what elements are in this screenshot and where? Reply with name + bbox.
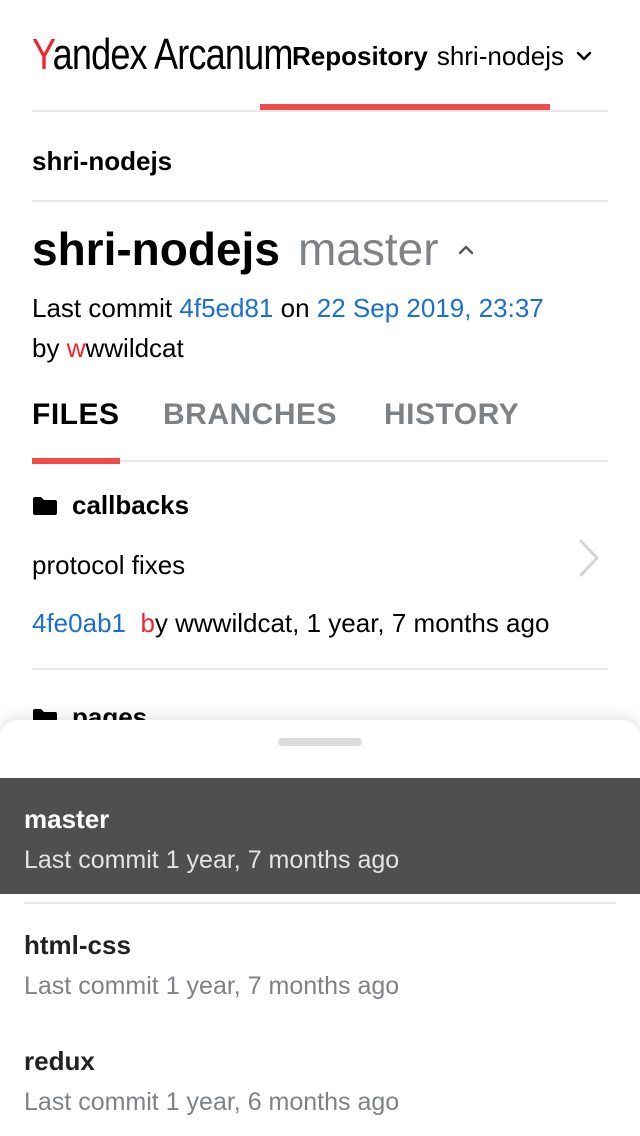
repository-name: shri-nodejs — [436, 40, 564, 71]
tab-branches[interactable]: BRANCHES — [163, 398, 337, 462]
repository-label: Repository — [292, 40, 428, 71]
file-name-row: callbacks — [32, 490, 189, 521]
chevron-up-icon[interactable] — [457, 243, 475, 257]
author-rest: wwildcat — [85, 333, 184, 363]
commit-author[interactable]: wwwildcat — [67, 333, 184, 363]
repository-selector-underline — [260, 104, 550, 110]
branch-item-redux[interactable]: redux Last commit 1 year, 6 months ago — [0, 1020, 640, 1136]
file-name: callbacks — [72, 490, 190, 520]
chevron-down-icon — [576, 51, 592, 61]
repository-selector[interactable]: Repository shri-nodejs — [292, 38, 592, 74]
file-commit-by-first: b — [140, 608, 155, 638]
folder-icon — [33, 496, 57, 515]
branch-last-commit: Last commit 1 year, 6 months ago — [24, 1088, 400, 1116]
page: Yandex Arcanum Repository shri-nodejs sh… — [0, 0, 640, 1136]
branch-last-commit: Last commit 1 year, 7 months ago — [24, 972, 400, 1000]
list-item[interactable]: callbacks protocol fixes 4fe0ab1 by wwwi… — [32, 462, 608, 670]
tabs: FILES BRANCHES HISTORY — [32, 392, 608, 464]
last-commit-info: Last commit 4f5ed81 on 22 Sep 2019, 23:3… — [32, 288, 608, 368]
branch-name: html-css — [24, 930, 131, 960]
logo[interactable]: Yandex Arcanum — [32, 30, 293, 80]
tab-history[interactable]: HISTORY — [384, 398, 519, 462]
chevron-right-icon — [579, 539, 599, 577]
file-commit-meta: 4fe0ab1 by wwwildcat, 1 year, 7 months a… — [32, 608, 549, 639]
branch-item-master[interactable]: master Last commit 1 year, 7 months ago — [0, 778, 640, 894]
branch-picker-sheet: master Last commit 1 year, 7 months ago … — [0, 720, 640, 1136]
breadcrumb-item[interactable]: shri-nodejs — [32, 146, 172, 177]
branch-name: master — [24, 804, 110, 834]
file-commit-hash[interactable]: 4fe0ab1 — [32, 608, 126, 638]
commit-by-label: by — [32, 333, 60, 363]
breadcrumb: shri-nodejs — [32, 112, 608, 202]
commit-hash-link[interactable]: 4f5ed81 — [179, 293, 273, 323]
author-first-letter: w — [66, 333, 86, 363]
logo-text: andex Arcanum — [52, 30, 294, 79]
repo-title: shri-nodejs — [32, 223, 280, 275]
branch-last-commit: Last commit 1 year, 7 months ago — [24, 846, 400, 874]
last-commit-label: Last commit — [32, 293, 173, 323]
file-commit-by-rest: y wwwildcat, 1 year, 7 months ago — [154, 608, 550, 638]
sheet-drag-handle[interactable] — [278, 738, 362, 746]
commit-on-label: on — [280, 293, 310, 323]
header: Yandex Arcanum Repository shri-nodejs — [32, 0, 608, 112]
page-title: shri-nodejs master — [32, 222, 475, 278]
branch-name: redux — [24, 1046, 95, 1076]
tab-files[interactable]: FILES — [32, 398, 120, 464]
commit-date-link[interactable]: 22 Sep 2019, 23:37 — [317, 293, 544, 323]
branch-selector[interactable]: master — [298, 222, 439, 276]
commit-message: protocol fixes — [32, 550, 186, 580]
branch-item-html-css[interactable]: html-css Last commit 1 year, 7 months ag… — [0, 904, 640, 1020]
logo-letter-y: Y — [32, 30, 53, 79]
